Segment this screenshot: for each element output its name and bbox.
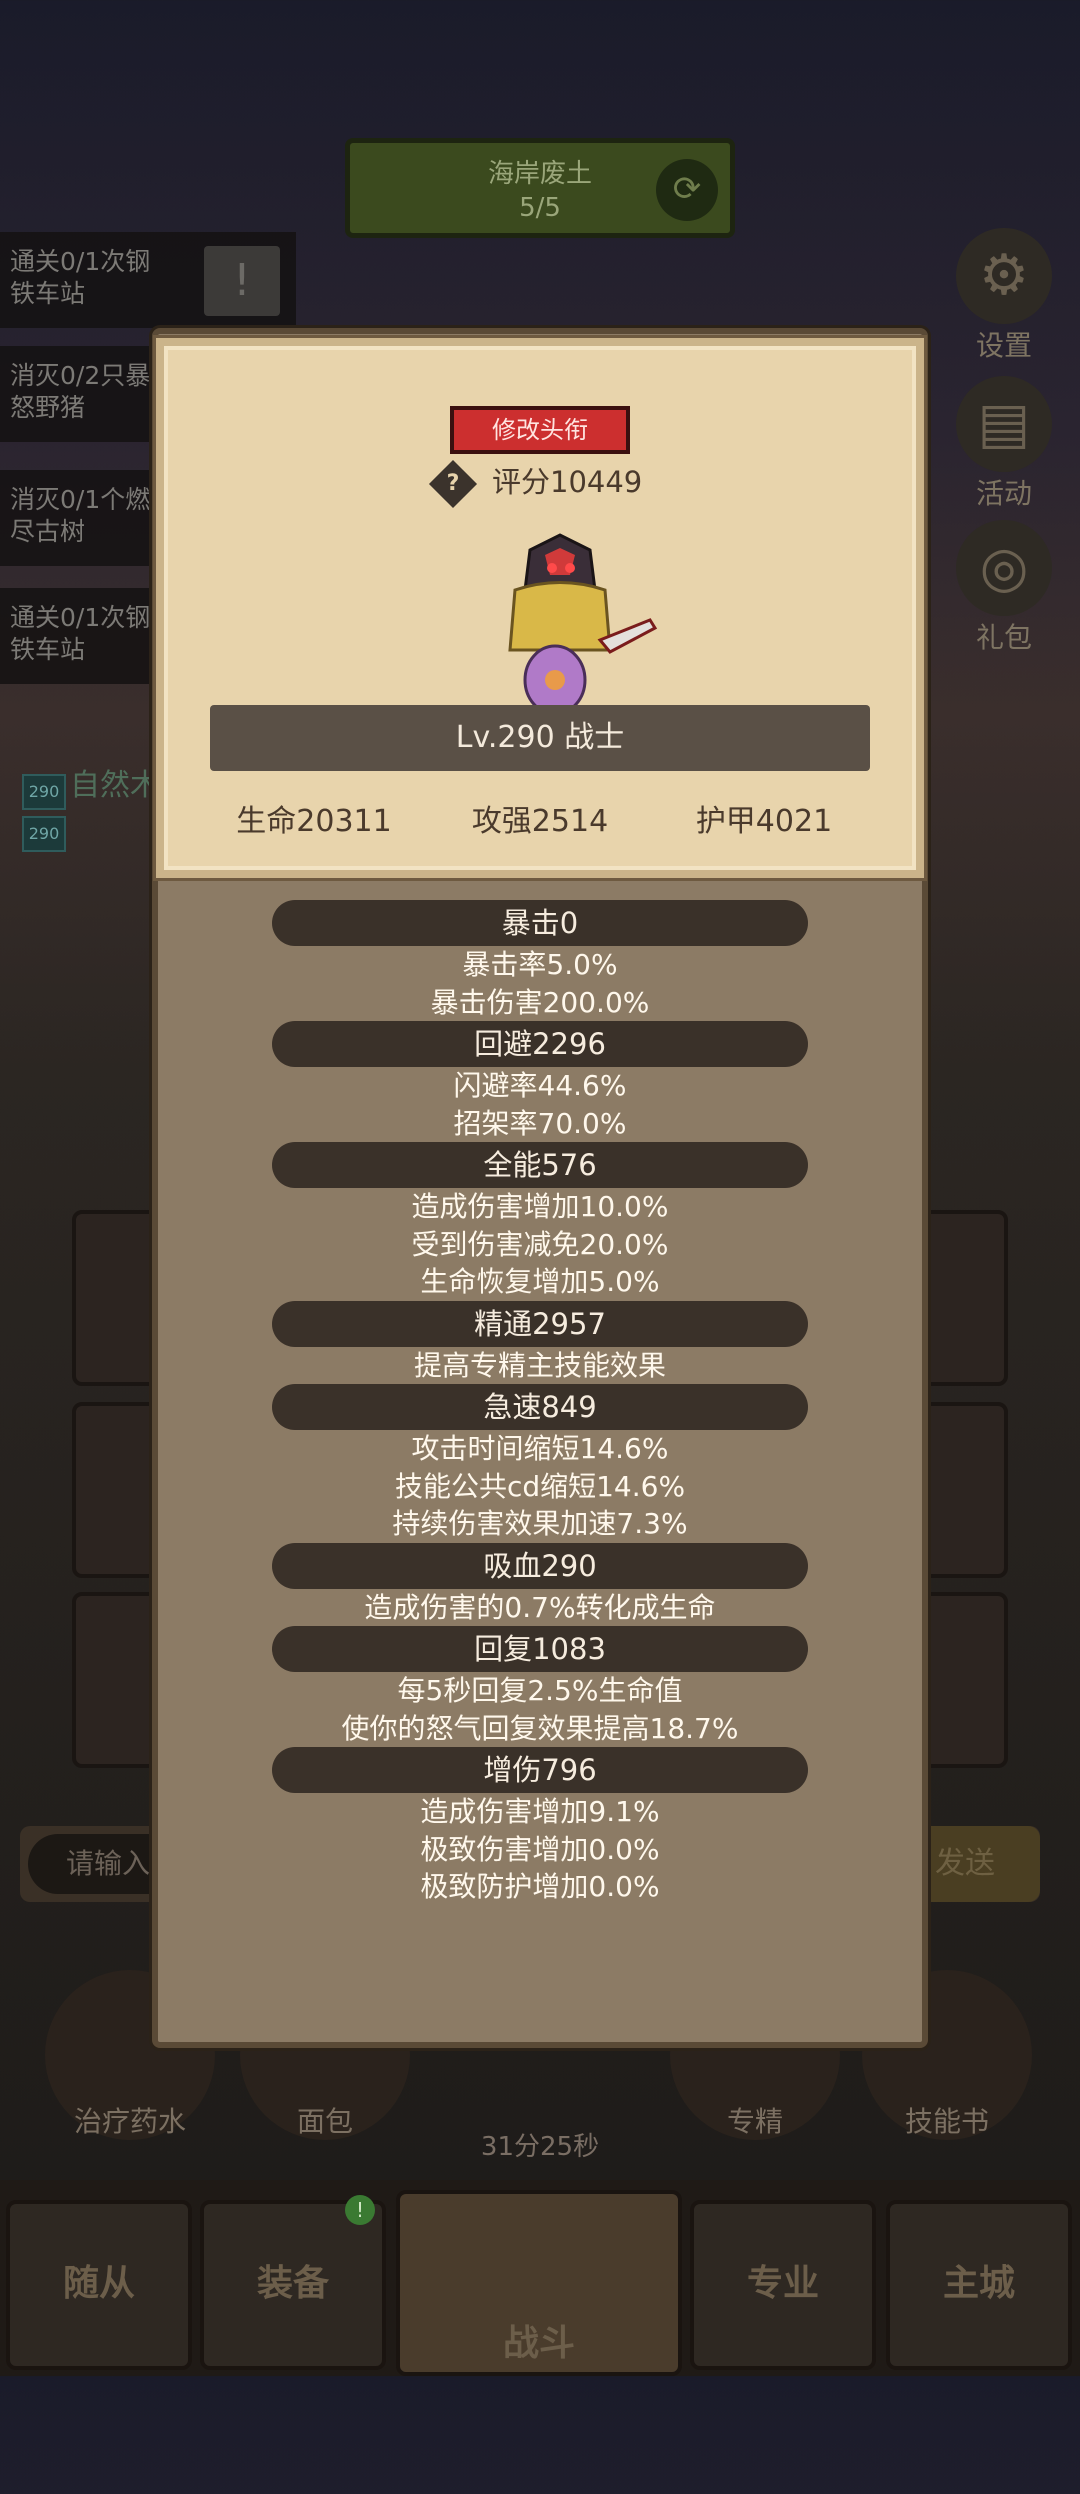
- nav-profession[interactable]: 专业: [690, 2200, 876, 2370]
- refresh-icon[interactable]: ⟳: [656, 159, 718, 221]
- stat-category-bar: 吸血290: [272, 1542, 808, 1589]
- help-icon[interactable]: ?: [428, 459, 478, 509]
- stat-category-bar: 精通2957: [272, 1300, 808, 1347]
- book-icon: ▤: [956, 376, 1052, 472]
- stat-group-lifesteal: 吸血290 造成伤害的0.7%转化成生命: [156, 1542, 924, 1627]
- gear-icon: ⚙: [956, 228, 1052, 324]
- stat-group-evasion: 回避2296 闪避率44.6% 招架率70.0%: [156, 1021, 924, 1142]
- stat-detail: 攻击时间缩短14.6%: [411, 1432, 669, 1465]
- stat-detail: 提高专精主技能效果: [413, 1348, 666, 1382]
- stat-detail: 极致伤害增加0.0%: [420, 1832, 660, 1866]
- stat-category-bar: 增伤796: [272, 1747, 808, 1793]
- stat-category-bar: 全能576: [272, 1142, 808, 1188]
- stat-detail: 造成伤害的0.7%转化成生命: [364, 1590, 716, 1624]
- nav-battle[interactable]: 战斗: [396, 2190, 682, 2376]
- bottom-nav: 随从 装备 战斗 专业 主城: [0, 2180, 1080, 2376]
- stat-detail: 受到伤害减免20.0%: [411, 1227, 669, 1261]
- stat-detail: 招架率70.0%: [453, 1106, 627, 1140]
- hp-stat: 生命20311: [236, 804, 392, 839]
- armor-stat: 护甲4021: [695, 804, 833, 839]
- stat-category-bar: 暴击0: [272, 900, 808, 946]
- quest-item[interactable]: 通关0/1次钢 铁车站 !: [0, 232, 296, 328]
- nav-equipment[interactable]: 装备: [200, 2200, 386, 2370]
- stat-category-bar: 急速849: [272, 1384, 808, 1430]
- stat-detail: 使你的怒气回复效果提高18.7%: [341, 1711, 739, 1745]
- nav-city[interactable]: 主城: [886, 2200, 1072, 2370]
- score-row: ? 评分10449: [428, 459, 643, 509]
- events-button[interactable]: ▤ 活动: [944, 376, 1064, 512]
- stat-group-damage-boost: 增伤796 造成伤害增加9.1% 极致伤害增加0.0% 极致防护增加0.0%: [156, 1747, 924, 1906]
- stat-category-bar: 回避2296: [272, 1021, 808, 1067]
- stat-group-versatility: 全能576 造成伤害增加10.0% 受到伤害减免20.0% 生命恢复增加5.0%: [156, 1142, 924, 1301]
- stat-detail: 技能公共cd缩短14.6%: [394, 1469, 686, 1503]
- stat-group-haste: 急速849 攻击时间缩短14.6% 技能公共cd缩短14.6% 持续伤害效果加速…: [156, 1384, 924, 1543]
- stat-group-crit: 暴击0 暴击率5.0% 暴击伤害200.0%: [156, 900, 924, 1021]
- nav-followers[interactable]: 随从: [6, 2200, 192, 2370]
- item-label: 专精: [726, 2105, 783, 2138]
- item-label: 技能书: [904, 2105, 989, 2138]
- stat-detail: 造成伤害增加10.0%: [411, 1190, 669, 1223]
- edit-title-button[interactable]: 修改头衔: [450, 406, 630, 454]
- level-class-bar: Lv.290 战士: [210, 705, 870, 771]
- stat-group-regen: 回复1083 每5秒回复2.5%生命值 使你的怒气回复效果提高18.7%: [156, 1626, 924, 1747]
- stat-detail: 生命恢复增加5.0%: [420, 1265, 660, 1298]
- coin-icon: ◎: [956, 520, 1052, 616]
- level-tag: 290: [22, 774, 66, 810]
- alert-icon[interactable]: !: [204, 246, 280, 316]
- settings-button[interactable]: ⚙ 设置: [944, 228, 1064, 364]
- stat-detail: 造成伤害增加9.1%: [420, 1795, 660, 1828]
- stat-detail: 闪避率44.6%: [453, 1069, 627, 1102]
- stat-group-mastery: 精通2957 提高专精主技能效果: [156, 1300, 924, 1385]
- attack-stat: 攻强2514: [471, 804, 609, 839]
- item-label: 治疗药水: [73, 2105, 186, 2138]
- score-text: 评分10449: [492, 465, 643, 499]
- item-label: 面包: [296, 2105, 353, 2138]
- stat-detail: 暴击伤害200.0%: [430, 985, 650, 1019]
- notification-badge: !: [345, 2195, 375, 2225]
- stat-detail: 极致防护增加0.0%: [420, 1870, 660, 1903]
- level-tag: 290: [22, 816, 66, 852]
- stat-category-bar: 回复1083: [272, 1626, 808, 1672]
- enemy-name-partial: 自然木: [70, 768, 160, 803]
- stat-detail: 暴击率5.0%: [462, 948, 618, 981]
- stats-list: 暴击0 暴击率5.0% 暴击伤害200.0% 回避2296 闪避率44.6% 招…: [156, 900, 924, 1906]
- stat-detail: 每5秒回复2.5%生命值: [397, 1674, 683, 1707]
- stat-detail: 持续伤害效果加速7.3%: [392, 1507, 688, 1540]
- timer: 31分25秒: [480, 2132, 600, 2162]
- warrior-avatar: [508, 533, 658, 716]
- stage-banner[interactable]: 海岸废土 5/5 ⟳: [345, 138, 735, 238]
- gift-button[interactable]: ◎ 礼包: [944, 520, 1064, 656]
